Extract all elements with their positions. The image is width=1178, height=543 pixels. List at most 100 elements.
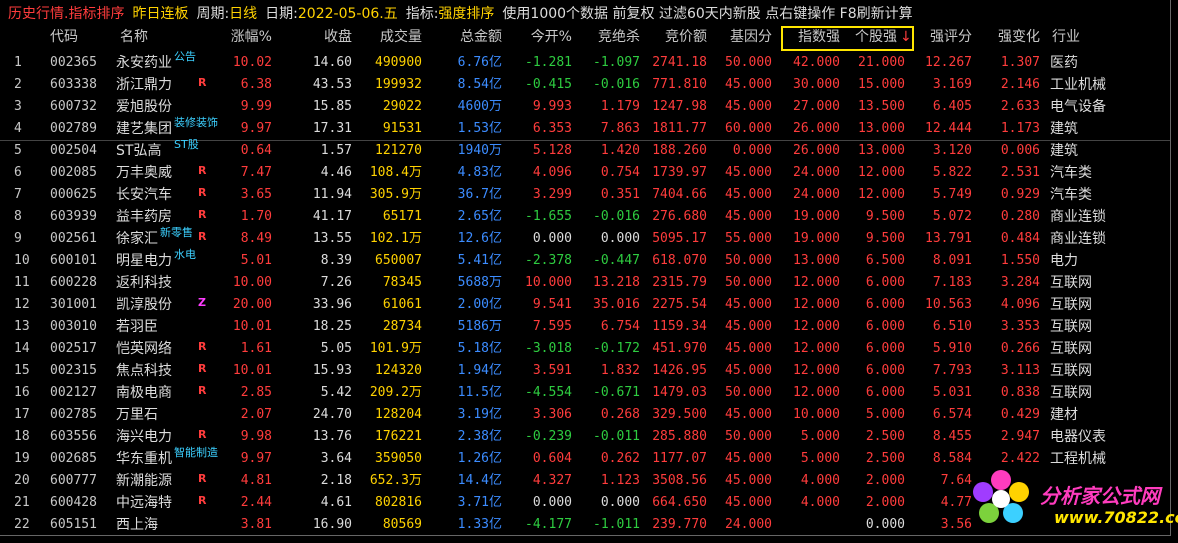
header-base-factor[interactable]: 基因分: [710, 26, 772, 48]
cell-name: 万丰奥威: [116, 165, 172, 181]
cell-vol: 359050: [375, 451, 422, 466]
cell-pct: 6.38: [240, 77, 272, 92]
margin-flag: R: [198, 428, 207, 441]
cell-score: 5.822: [932, 165, 972, 180]
amount-value: 11.5: [457, 385, 489, 400]
margin-flag: R: [198, 472, 207, 485]
cell-istr: 12.000: [793, 319, 840, 334]
table-row[interactable]: 12 301001 凯淳股份 20.00 33.96 61061 2.00亿 9.541 35.…: [0, 294, 1170, 316]
cell-idx: 20: [14, 473, 30, 488]
cell-score: 5.910: [932, 341, 972, 356]
logo-url[interactable]: www.70822.com: [1054, 508, 1178, 527]
header-code[interactable]: 代码: [50, 26, 100, 48]
amount-unit: 万: [488, 143, 502, 158]
table-row[interactable]: 15 002315 焦点科技 10.01 15.93 124320 1.94亿 3.591 1.…: [0, 360, 1170, 382]
header-strength-score[interactable]: 强评分: [910, 26, 972, 48]
table-row[interactable]: 2 603338 浙江鼎力 6.38 43.53 199932 8.54亿 -0.415 -0.…: [0, 74, 1170, 96]
cell-code: 600777: [50, 473, 97, 488]
margin-flag: R: [198, 230, 207, 243]
table-row[interactable]: 6 002085 万丰奥威 7.47 4.46 108.4万 4.83亿 4.096 0.754…: [0, 162, 1170, 184]
table-row[interactable]: 17 002785 万里石 2.07 24.70 128204 3.19亿 3.306 0.26…: [0, 404, 1170, 426]
cell-kill: 0.351: [600, 187, 640, 202]
cell-vol: 121270: [375, 143, 422, 158]
indicator-label: 指标:: [405, 6, 439, 22]
table-row[interactable]: 7 000625 长安汽车 3.65 11.94 305.9万 36.7亿 3.299 0.35…: [0, 184, 1170, 206]
cell-idx: 11: [14, 275, 30, 290]
cell-kill: -0.447: [593, 253, 640, 268]
cell-amount: 2.65亿: [440, 206, 502, 228]
cell-code: 002517: [50, 341, 97, 356]
cell-open: 9.993: [532, 99, 572, 114]
cell-pct: 10.01: [232, 363, 272, 378]
cell-ind: 电器仪表: [1050, 429, 1106, 445]
cell-close: 5.42: [320, 385, 352, 400]
table-row[interactable]: 5 002504 ST弘高 0.64 1.57 121270 1940万 5.128 1.420…: [0, 138, 1170, 162]
period-value[interactable]: 昨日连板: [132, 3, 188, 23]
cell-chg: 2.633: [1000, 99, 1040, 114]
header-auction-kill[interactable]: 竞绝杀: [578, 26, 640, 48]
cell-name: 恺英网络: [116, 341, 172, 357]
cell-auc: 1159.34: [652, 319, 707, 334]
cell-code: 605151: [50, 517, 97, 532]
cell-code: 003010: [50, 319, 97, 334]
cell-amount: 1.53亿: [440, 118, 502, 140]
table-row[interactable]: 14 002517 恺英网络 1.61 5.05 101.9万 5.18亿 -3.018 -0.…: [0, 338, 1170, 360]
cell-auc: 664.650: [652, 495, 707, 510]
table-row[interactable]: 10 600101 明星电力 5.01 8.39 650007 5.41亿 -2.378 -0.…: [0, 248, 1170, 272]
cell-code: 002685: [50, 451, 97, 466]
period-type[interactable]: 日线: [229, 3, 257, 23]
cell-idx: 12: [14, 297, 30, 312]
cell-istr: 12.000: [793, 341, 840, 356]
table-row[interactable]: 16 002127 南极电商 2.85 5.42 209.2万 11.5亿 -4.554 -0.…: [0, 382, 1170, 404]
header-close[interactable]: 收盘: [290, 26, 352, 48]
cell-base: 45.000: [725, 209, 772, 224]
indicator-value[interactable]: 强度排序: [438, 3, 494, 23]
cell-kill: 0.754: [600, 165, 640, 180]
header-pct[interactable]: 涨幅%: [212, 26, 272, 48]
amount-value: 5.18: [457, 341, 489, 356]
cell-score: 3.169: [932, 77, 972, 92]
cell-auc: 239.770: [652, 517, 707, 532]
cell-kill: -1.011: [593, 517, 640, 532]
cell-base: 50.000: [725, 275, 772, 290]
header-strength-change[interactable]: 强变化: [978, 26, 1040, 48]
cell-pct: 10.01: [232, 319, 272, 334]
header-amount[interactable]: 总金额: [440, 26, 502, 48]
cell-auc: 1811.77: [652, 121, 707, 136]
cell-chg: 0.280: [1000, 209, 1040, 224]
cell-istr: 12.000: [793, 297, 840, 312]
header-open-pct[interactable]: 今开%: [510, 26, 572, 48]
header-industry[interactable]: 行业: [1052, 26, 1112, 48]
table-row[interactable]: 11 600228 返利科技 10.00 7.26 78345 5688万 10.000 13.…: [0, 272, 1170, 294]
table-row[interactable]: 1 002365 永安药业 10.02 14.60 490900 6.76亿 -1.281 -1…: [0, 50, 1170, 74]
cell-code: 600428: [50, 495, 97, 510]
cell-name: 长安汽车: [116, 187, 172, 203]
header-auction-amount[interactable]: 竞价额: [645, 26, 707, 48]
cell-close: 17.31: [312, 121, 352, 136]
cell-sstr: 12.000: [858, 187, 905, 202]
cell-sstr: 6.000: [865, 385, 905, 400]
cell-open: 3.306: [532, 407, 572, 422]
table-header: 代码 名称 涨幅% 收盘 成交量 总金额 今开% 竞绝杀 竞价额 基因分 指数强…: [0, 26, 1170, 48]
cell-vol: 65171: [382, 209, 422, 224]
table-row[interactable]: 13 003010 若羽臣 10.01 18.25 28734 5186万 7.595 6.75…: [0, 316, 1170, 338]
cell-score: 12.267: [925, 55, 972, 70]
mode-label[interactable]: 历史行情.指标排序: [8, 3, 124, 23]
concept-tag: 智能制造: [174, 446, 218, 459]
cell-sstr: 6.000: [865, 297, 905, 312]
date-value[interactable]: 2022-05-06.五: [298, 3, 398, 23]
cell-code: 002561: [50, 231, 97, 246]
cell-close: 4.46: [320, 165, 352, 180]
cell-score: 10.563: [925, 297, 972, 312]
header-name[interactable]: 名称: [120, 26, 180, 48]
cell-chg: 2.531: [1000, 165, 1040, 180]
cell-istr: [778, 514, 840, 536]
cell-pct: 2.44: [240, 495, 272, 510]
margin-flag: R: [198, 208, 207, 221]
header-volume[interactable]: 成交量: [360, 26, 422, 48]
cell-kill: -0.671: [593, 385, 640, 400]
cell-base: 45.000: [725, 407, 772, 422]
margin-flag: R: [198, 186, 207, 199]
cell-amount: 8.54亿: [440, 74, 502, 96]
cell-open: 6.353: [532, 121, 572, 136]
